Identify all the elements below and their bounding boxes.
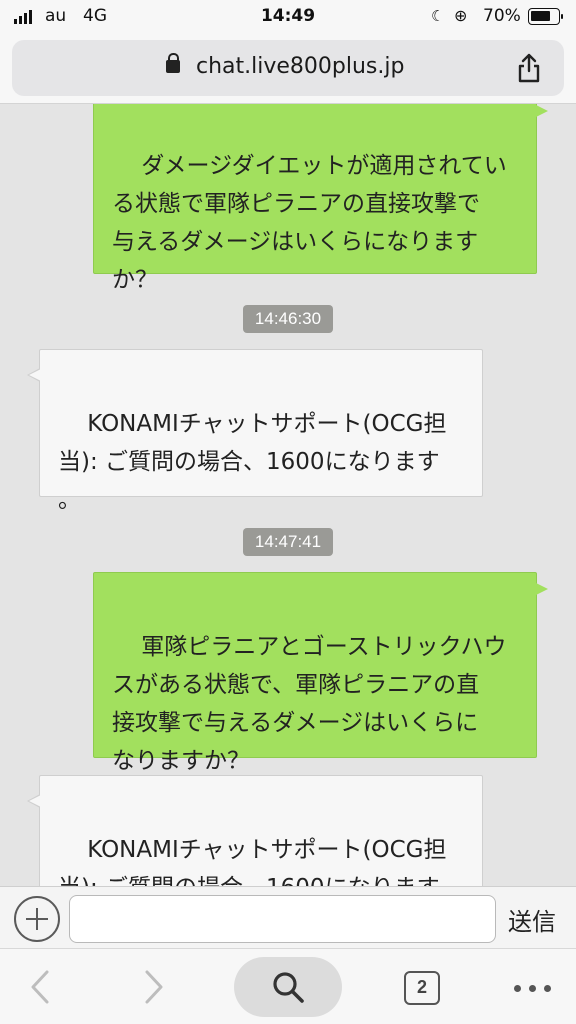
search-icon bbox=[273, 972, 304, 1003]
timestamp-badge: 14:47:41 bbox=[243, 528, 333, 556]
message-text: 軍隊ピラニアとゴーストリックハウ スがある状態で、軍隊ピラニアの直 接攻撃で与え… bbox=[112, 634, 507, 774]
padlock-icon bbox=[166, 53, 180, 73]
message-composer: 送信 bbox=[0, 886, 576, 948]
message-outgoing: ダメージダイエットが適用されてい る状態で軍隊ピラニアの直接攻撃で 与えるダメー… bbox=[93, 104, 548, 293]
plus-circle-icon[interactable] bbox=[14, 896, 60, 942]
battery-percent: 70% bbox=[483, 6, 521, 26]
do-not-disturb-icon: ☾ bbox=[431, 7, 445, 25]
message-text: ダメージダイエットが適用されてい る状態で軍隊ピラニアの直接攻撃で 与えるダメー… bbox=[112, 153, 507, 293]
rotation-lock-icon: ⊕ bbox=[454, 6, 468, 25]
status-bar: au 4G 14:49 ☾ ⊕ 70% bbox=[0, 0, 576, 34]
address-bar[interactable]: chat.live800plus.jp bbox=[12, 40, 564, 96]
browser-toolbar: 2 bbox=[0, 948, 576, 1024]
search-button[interactable] bbox=[234, 957, 342, 1017]
battery-icon bbox=[528, 8, 563, 25]
share-icon[interactable] bbox=[515, 52, 543, 84]
back-chevron-icon[interactable] bbox=[26, 969, 56, 1005]
browser-header: chat.live800plus.jp bbox=[0, 34, 576, 104]
message-text: KONAMIチャットサポート(OCG担 当): ご質問の場合、1600になります bbox=[58, 837, 447, 886]
message-incoming: KONAMIチャットサポート(OCG担 当): ご質問の場合、1600になります… bbox=[27, 349, 483, 513]
forward-chevron-icon[interactable] bbox=[138, 969, 168, 1005]
timestamp-badge: 14:46:30 bbox=[243, 305, 333, 333]
message-input[interactable] bbox=[69, 895, 496, 943]
tabs-button[interactable]: 2 bbox=[404, 971, 440, 1005]
chat-log[interactable]: ダメージダイエットが適用されてい る状態で軍隊ピラニアの直接攻撃で 与えるダメー… bbox=[0, 104, 576, 886]
send-button[interactable]: 送信 bbox=[508, 902, 556, 937]
message-text: KONAMIチャットサポート(OCG担 当): ご質問の場合、1600になります… bbox=[58, 411, 447, 513]
more-icon[interactable] bbox=[514, 985, 551, 992]
message-incoming: KONAMIチャットサポート(OCG担 当): ご質問の場合、1600になります bbox=[27, 775, 483, 886]
url-text: chat.live800plus.jp bbox=[196, 54, 405, 79]
message-outgoing: 軍隊ピラニアとゴーストリックハウ スがある状態で、軍隊ピラニアの直 接攻撃で与え… bbox=[93, 572, 548, 774]
